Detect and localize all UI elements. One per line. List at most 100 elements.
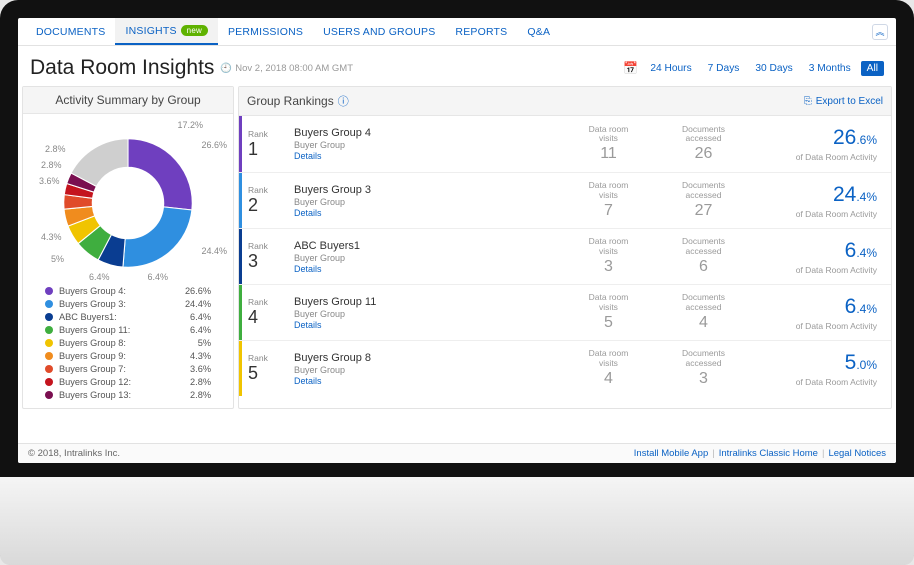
footer-link-mobile[interactable]: Install Mobile App	[634, 448, 708, 459]
legend-row[interactable]: Buyers Group 12:2.8%	[45, 377, 211, 387]
legend-row[interactable]: Buyers Group 7:3.6%	[45, 364, 211, 374]
tab-insights[interactable]: INSIGHTS new	[115, 18, 217, 45]
rank-cell: Rank5	[242, 341, 288, 396]
activity-pct-label: of Data Room Activity	[751, 265, 877, 275]
rank-cell: Rank2	[242, 173, 288, 228]
rank-row: Rank5 Buyers Group 8Buyer GroupDetailsDat…	[239, 340, 891, 396]
legend-name: ABC Buyers1:	[59, 312, 117, 322]
donut-chart: 17.2% 26.6% 24.4% 6.4% 6.4% 5% 4.3% 3.6%…	[23, 114, 233, 286]
group-subtype: Buyer Group	[294, 309, 561, 319]
collapse-icon[interactable]: ︽	[872, 24, 888, 40]
docs-label: Documentsaccessed	[656, 293, 751, 312]
group-subtype: Buyer Group	[294, 365, 561, 375]
legend-value: 6.4%	[190, 325, 211, 335]
slice-label-3: 6.4%	[89, 272, 110, 282]
range-7d[interactable]: 7 Days	[702, 61, 746, 76]
legend-name: Buyers Group 12:	[59, 377, 131, 387]
visits-value: 3	[561, 258, 656, 276]
legend-row[interactable]: Buyers Group 8:5%	[45, 338, 211, 348]
legend-row[interactable]: Buyers Group 9:4.3%	[45, 351, 211, 361]
visits-cell: Data roomvisits5	[561, 285, 656, 340]
docs-label: Documentsaccessed	[656, 237, 751, 256]
range-30d[interactable]: 30 Days	[749, 61, 798, 76]
activity-pct-label: of Data Room Activity	[751, 321, 877, 331]
tab-users-groups[interactable]: USERS AND GROUPS	[313, 18, 445, 45]
details-link[interactable]: Details	[294, 320, 561, 330]
range-3m[interactable]: 3 Months	[803, 61, 857, 76]
docs-cell: Documentsaccessed 4	[656, 285, 751, 340]
docs-cell: Documentsaccessed 3	[656, 341, 751, 396]
slice-label-1: 24.4%	[201, 246, 227, 256]
activity-pct-label: of Data Room Activity	[751, 377, 877, 387]
docs-value: 4	[656, 314, 751, 332]
activity-pct: 24.4%	[751, 183, 877, 207]
activity-pct-cell: 26.6% of Data Room Activity	[751, 116, 891, 172]
legend-row[interactable]: Buyers Group 3:24.4%	[45, 299, 211, 309]
details-link[interactable]: Details	[294, 264, 561, 274]
copyright: © 2018, Intralinks Inc.	[28, 448, 120, 459]
range-all[interactable]: All	[861, 61, 884, 76]
visits-label: Data roomvisits	[561, 237, 656, 256]
rank-cell: Rank4	[242, 285, 288, 340]
rank-row: Rank2 Buyers Group 3Buyer GroupDetailsDat…	[239, 172, 891, 228]
legend-row[interactable]: Buyers Group 11:6.4%	[45, 325, 211, 335]
docs-cell: Documentsaccessed27	[656, 173, 751, 228]
info-icon[interactable]: ⓘ	[338, 93, 349, 109]
docs-value: 27	[656, 202, 751, 220]
export-to-excel[interactable]: ⎘ Export to Excel	[804, 96, 883, 107]
rank-number: 4	[248, 307, 258, 328]
donut-slice[interactable]	[128, 139, 192, 210]
swatch-icon	[45, 300, 53, 308]
group-name: Buyers Group 11	[294, 296, 561, 308]
swatch-icon	[45, 339, 53, 347]
docs-label: Documentsaccessed	[656, 349, 751, 368]
visits-cell: Data roomvisits4	[561, 341, 656, 396]
slice-label-0: 26.6%	[201, 140, 227, 150]
group-subtype: Buyer Group	[294, 140, 561, 150]
tab-reports[interactable]: REPORTS	[445, 18, 517, 45]
activity-pct-label: of Data Room Activity	[751, 152, 877, 162]
swatch-icon	[45, 326, 53, 334]
range-24h[interactable]: 24 Hours	[644, 61, 697, 76]
footer-link-classic[interactable]: Intralinks Classic Home	[719, 448, 818, 459]
slice-label-8: 2.8%	[45, 144, 66, 154]
visits-value: 11	[561, 145, 656, 163]
legend-value: 2.8%	[190, 390, 211, 400]
footer-link-legal[interactable]: Legal Notices	[828, 448, 886, 459]
swatch-icon	[45, 365, 53, 373]
visits-cell: Data roomvisits7	[561, 173, 656, 228]
group-name: Buyers Group 8	[294, 352, 561, 364]
legend-value: 5%	[198, 338, 211, 348]
group-name: Buyers Group 3	[294, 184, 561, 196]
details-link[interactable]: Details	[294, 151, 561, 161]
group-subtype: Buyer Group	[294, 197, 561, 207]
tab-documents[interactable]: DOCUMENTS	[26, 18, 115, 45]
donut-slice[interactable]	[123, 207, 192, 267]
tab-permissions[interactable]: PERMISSIONS	[218, 18, 313, 45]
activity-summary-panel: Activity Summary by Group 17.2% 26.6% 24…	[22, 86, 234, 409]
rank-number: 3	[248, 251, 258, 272]
activity-pct-label: of Data Room Activity	[751, 209, 877, 219]
group-name: Buyers Group 4	[294, 127, 561, 139]
details-link[interactable]: Details	[294, 208, 561, 218]
details-link[interactable]: Details	[294, 376, 561, 386]
legend-row[interactable]: Buyers Group 4:26.6%	[45, 286, 211, 296]
activity-pct: 6.4%	[751, 239, 877, 263]
legend-row[interactable]: Buyers Group 13:2.8%	[45, 390, 211, 400]
activity-pct: 26.6%	[751, 126, 877, 150]
range-filters: 📅 24 Hours 7 Days 30 Days 3 Months All	[623, 61, 884, 76]
docs-value: 3	[656, 370, 751, 388]
rank-row: Rank4 Buyers Group 11Buyer GroupDetailsDa…	[239, 284, 891, 340]
rank-label: Rank	[248, 241, 268, 251]
legend-row[interactable]: ABC Buyers1:6.4%	[45, 312, 211, 322]
activity-pct-cell: 6.4%of Data Room Activity	[751, 285, 891, 340]
last-updated: 🕘 Nov 2, 2018 08:00 AM GMT	[220, 63, 353, 74]
visits-label: Data roomvisits	[561, 181, 656, 200]
new-badge: new	[181, 25, 208, 36]
calendar-icon[interactable]: 📅	[623, 61, 638, 75]
legend-name: Buyers Group 9:	[59, 351, 126, 361]
tab-qa[interactable]: Q&A	[517, 18, 560, 45]
swatch-icon	[45, 391, 53, 399]
rank-number: 1	[248, 139, 258, 160]
rank-label: Rank	[248, 129, 268, 139]
